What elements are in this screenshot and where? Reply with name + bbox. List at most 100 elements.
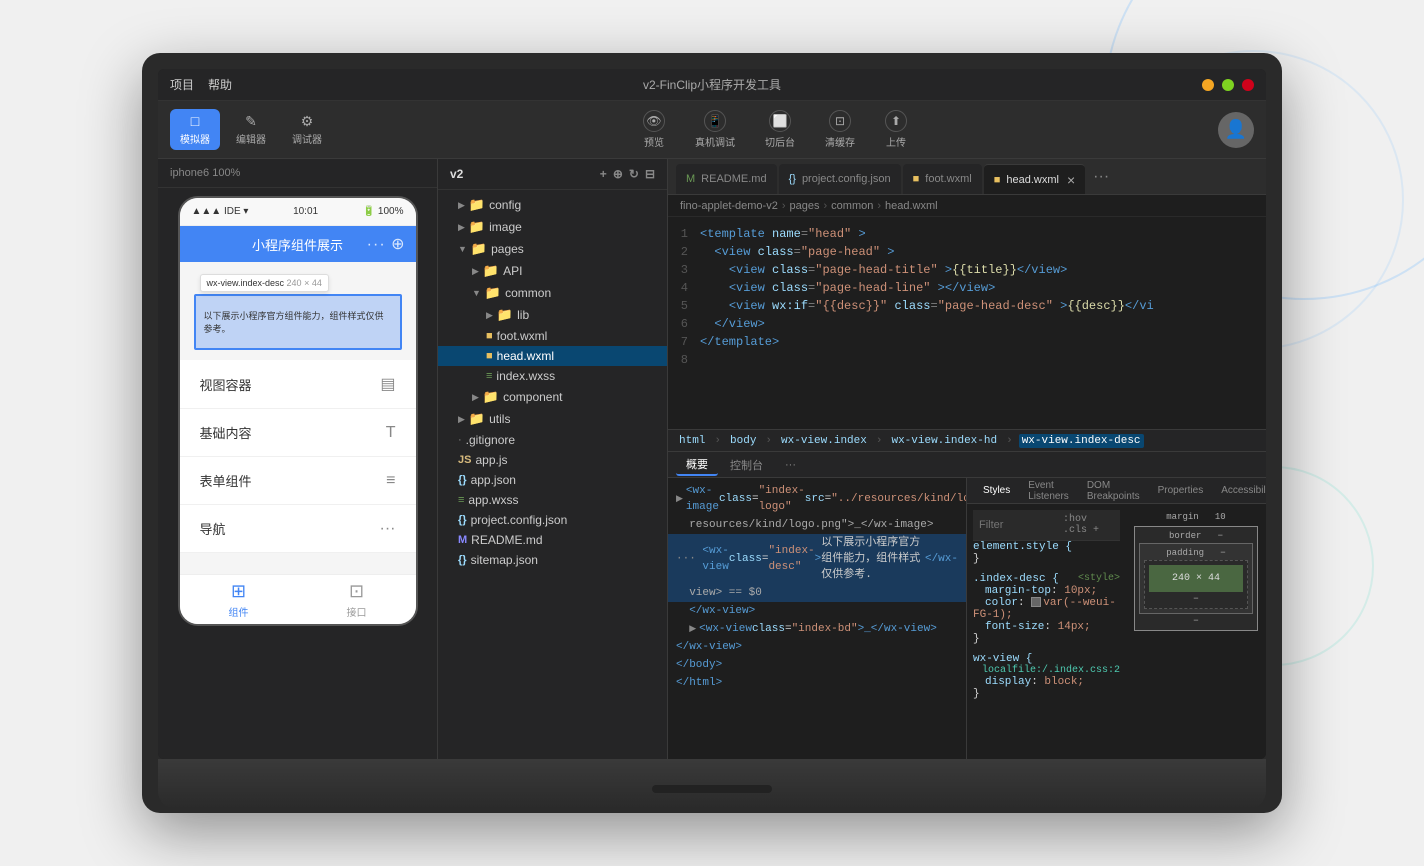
breadcrumb-2: common — [831, 200, 873, 212]
minimize-button[interactable] — [1202, 79, 1214, 91]
elem-wx-view-index-hd[interactable]: wx-view.index-hd — [888, 434, 1000, 448]
bm-padding-label: padding − — [1144, 548, 1248, 558]
editor-icon: ✎ — [241, 113, 261, 129]
tab-sources[interactable]: ··· — [775, 457, 806, 473]
tree-item-appjson[interactable]: {} app.json — [438, 470, 667, 490]
arrow-icon: ▶ — [472, 392, 479, 403]
tab-head-wxml[interactable]: ■ head.wxml × — [984, 164, 1085, 194]
css-selector: .index-desc { — [973, 573, 1059, 585]
user-avatar[interactable]: 👤 — [1218, 112, 1254, 148]
tree-item-api[interactable]: ▶ 📁 API — [438, 260, 667, 282]
css-tab-dom-break[interactable]: DOM Breakpoints — [1079, 478, 1148, 504]
bottom-panel: html › body › wx-view.index › wx-view.in… — [668, 429, 1266, 759]
tree-item-gitignore[interactable]: · .gitignore — [438, 430, 667, 450]
elem-html[interactable]: html — [676, 434, 708, 448]
editor-breadcrumb: fino-applet-demo-v2 › pages › common › h… — [668, 195, 1266, 217]
code-editor[interactable]: 1 <template name="head" > 2 <view — [668, 217, 1266, 429]
new-folder-icon[interactable]: ⊕ — [613, 167, 623, 181]
css-tab-event[interactable]: Event Listeners — [1020, 478, 1077, 504]
code-line-7: 7 </template> — [668, 333, 1266, 351]
tree-item-utils[interactable]: ▶ 📁 utils — [438, 408, 667, 430]
elem-sep: › — [876, 435, 883, 447]
phone-nav-component[interactable]: ⊞ 组件 — [180, 581, 298, 619]
new-file-icon[interactable]: + — [600, 167, 607, 181]
elem-wx-view-index-desc[interactable]: wx-view.index-desc — [1019, 434, 1144, 448]
list-item-label-1: 基础内容 — [200, 423, 252, 442]
tree-item-sitemap[interactable]: {} sitemap.json — [438, 550, 667, 570]
toolbar-simulator-btn[interactable]: □ 模拟器 — [170, 109, 220, 150]
code-line-1: 1 <template name="head" > — [668, 225, 1266, 243]
tree-item-foot-wxml[interactable]: ■ foot.wxml — [438, 326, 667, 346]
tab-close-icon[interactable]: × — [1067, 172, 1075, 188]
tree-item-index-wxss[interactable]: ≡ index.wxss — [438, 366, 667, 386]
clear-cache-action[interactable]: ⊡ 清缓存 — [825, 110, 855, 149]
tab-readme[interactable]: M README.md — [676, 164, 777, 194]
css-source[interactable]: localfile:/.index.css:2 — [982, 665, 1120, 676]
menu-project[interactable]: 项目 — [170, 76, 194, 93]
dom-triangle[interactable]: ▶ — [689, 621, 696, 637]
tree-item-lib[interactable]: ▶ 📁 lib — [438, 304, 667, 326]
line-num: 6 — [668, 315, 700, 333]
phone-more-icon[interactable]: ··· ⊕ — [367, 234, 406, 254]
dom-triangle[interactable]: ▶ — [676, 491, 683, 507]
preview-label: 预览 — [644, 134, 664, 149]
phone-list: 视图容器 ▤ 基础内容 T 表单组件 ≡ — [180, 360, 416, 553]
toolbar-editor-btn[interactable]: ✎ 编辑器 — [226, 109, 276, 150]
color-swatch — [1031, 597, 1041, 607]
tab-foot-wxml[interactable]: ■ foot.wxml — [903, 164, 982, 194]
css-val: 10px; — [1064, 585, 1097, 597]
elem-wx-view-index[interactable]: wx-view.index — [778, 434, 870, 448]
upload-action[interactable]: ⬆ 上传 — [885, 110, 907, 149]
background-action[interactable]: ⬜ 切后台 — [765, 110, 795, 149]
device-debug-label: 真机调试 — [695, 134, 735, 149]
tab-styles[interactable]: 概要 — [676, 454, 718, 476]
css-tab-styles[interactable]: Styles — [975, 483, 1018, 498]
list-item-basic-content[interactable]: 基础内容 T — [180, 409, 416, 457]
tree-item-project-config[interactable]: {} project.config.json — [438, 510, 667, 530]
list-item-form[interactable]: 表单组件 ≡ — [180, 457, 416, 505]
breadcrumb-sep: › — [782, 200, 786, 212]
list-item-view-container[interactable]: 视图容器 ▤ — [180, 360, 416, 409]
menu-help[interactable]: 帮助 — [208, 76, 232, 93]
collapse-icon[interactable]: ⊟ — [645, 167, 655, 181]
tooltip-size: 240 × 44 — [287, 278, 322, 288]
tree-item-appjs[interactable]: JS app.js — [438, 450, 667, 470]
phone-content: wx-view.index-desc 240 × 44 以下展示小程序官方组件能… — [180, 262, 416, 574]
tabs-more-icon[interactable]: ··· — [1087, 168, 1115, 186]
elem-sep: › — [714, 435, 721, 447]
dom-line-wx-view-end: </wx-view> — [668, 638, 966, 656]
elem-body[interactable]: body — [727, 434, 759, 448]
tree-item-config[interactable]: ▶ 📁 config — [438, 194, 667, 216]
refresh-icon[interactable]: ↻ — [629, 167, 639, 181]
app-body: iphone6 100% ▲▲▲ IDE ▾ 10:01 🔋 100% 小程序组… — [158, 159, 1266, 759]
phone-app-title: 小程序组件展示 — [252, 235, 343, 254]
simulator-device-label: iphone6 100% — [158, 159, 437, 188]
tree-item-head-wxml[interactable]: ■ head.wxml — [438, 346, 667, 366]
tree-item-common[interactable]: ▼ 📁 common — [438, 282, 667, 304]
tree-item-appwxss[interactable]: ≡ app.wxss — [438, 490, 667, 510]
device-debug-icon: 📱 — [704, 110, 726, 132]
laptop-screen: 项目 帮助 v2-FinClip小程序开发工具 □ 模拟器 ✎ 编辑器 — [158, 69, 1266, 759]
css-tab-props[interactable]: Properties — [1150, 483, 1212, 498]
tree-item-readme[interactable]: M README.md — [438, 530, 667, 550]
css-tab-access[interactable]: Accessibility — [1213, 483, 1266, 498]
maximize-button[interactable] — [1222, 79, 1234, 91]
tab-project-config[interactable]: {} project.config.json — [779, 164, 901, 194]
breadcrumb-sep: › — [877, 200, 881, 212]
close-button[interactable] — [1242, 79, 1254, 91]
tab-console[interactable]: 控制台 — [720, 455, 773, 475]
css-panel-content: :hov .cls + element.style { } — [967, 504, 1266, 759]
tree-label: app.json — [471, 473, 516, 487]
folder-icon: 📁 — [483, 389, 499, 405]
tree-item-image[interactable]: ▶ 📁 image — [438, 216, 667, 238]
device-debug-action[interactable]: 📱 真机调试 — [695, 110, 735, 149]
toolbar-debugger-btn[interactable]: ⚙ 调试器 — [282, 109, 332, 150]
tree-item-component[interactable]: ▶ 📁 component — [438, 386, 667, 408]
phone-nav-api[interactable]: ⊡ 接口 — [298, 581, 416, 619]
list-item-nav[interactable]: 导航 ··· — [180, 505, 416, 553]
bm-border-box: padding − 240 × 44 − — [1139, 543, 1253, 614]
tree-item-pages[interactable]: ▼ 📁 pages — [438, 238, 667, 260]
css-filter-input[interactable] — [979, 519, 1059, 531]
preview-action[interactable]: 👁 预览 — [643, 110, 665, 149]
css-panel-tabs: Styles Event Listeners DOM Breakpoints P… — [967, 478, 1266, 504]
